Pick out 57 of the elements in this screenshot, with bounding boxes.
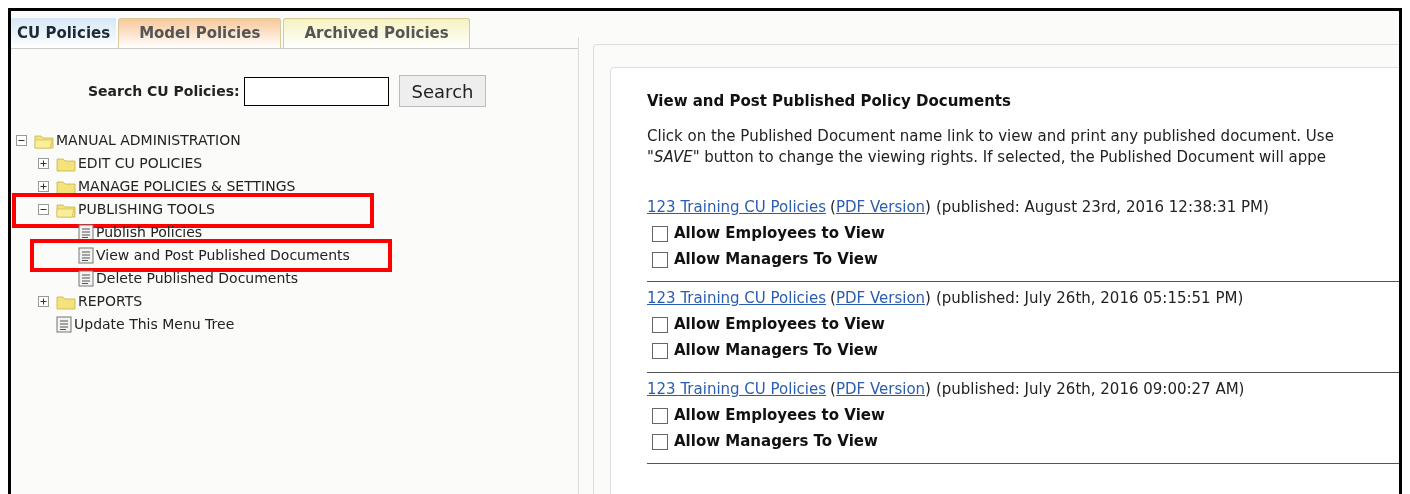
- pdf-link[interactable]: PDF Version: [835, 378, 926, 401]
- checkbox-label: Allow Managers To View: [674, 249, 878, 271]
- collapse-icon[interactable]: [38, 204, 49, 215]
- pdf-link[interactable]: PDF Version: [835, 196, 926, 219]
- paren-text: ): [925, 288, 931, 310]
- instructions-text: Click on the Published Document name link to view and print any published document. Use "SAVE" button to change the viewing rights. If selected, the Published Document will appe: [647, 125, 1335, 168]
- tab[interactable]: Model Policies: [118, 18, 282, 48]
- open-folder-icon: [34, 132, 54, 149]
- expand-icon[interactable]: [38, 158, 49, 169]
- expand-icon[interactable]: [38, 296, 49, 307]
- tree-item[interactable]: MANUAL ADMINISTRATION: [56, 130, 241, 151]
- document-link[interactable]: 123 Training CU Policies: [647, 196, 827, 219]
- expand-icon[interactable]: [38, 181, 49, 192]
- search-field[interactable]: [243, 76, 389, 106]
- checkbox-label: Allow Employees to View: [674, 405, 885, 427]
- paren-text: ): [925, 379, 931, 401]
- checkbox[interactable]: [652, 225, 668, 242]
- tab[interactable]: Archived Policies: [283, 18, 470, 48]
- folder-icon: [56, 178, 76, 195]
- checkbox-label: Allow Employees to View: [674, 223, 885, 245]
- search-label: Search CU Policies:: [88, 81, 240, 101]
- collapse-icon[interactable]: [16, 135, 27, 146]
- tree-item[interactable]: PUBLISHING TOOLS: [78, 199, 215, 220]
- tree-item[interactable]: MANAGE POLICIES & SETTINGS: [78, 176, 296, 197]
- tree-item[interactable]: Publish Policies: [96, 222, 203, 243]
- checkbox[interactable]: [652, 342, 668, 359]
- checkbox[interactable]: [652, 251, 668, 268]
- tree-item[interactable]: Update This Menu Tree: [74, 314, 235, 335]
- document-link[interactable]: 123 Training CU Policies: [647, 378, 827, 401]
- pdf-link[interactable]: PDF Version: [835, 287, 926, 310]
- tree-item[interactable]: View and Post Published Documents: [96, 245, 350, 266]
- search-button[interactable]: Search: [398, 75, 487, 107]
- paren-text: (: [830, 379, 836, 401]
- document-icon: [56, 316, 72, 333]
- tree-item[interactable]: EDIT CU POLICIES: [78, 153, 203, 174]
- checkbox-label: Allow Managers To View: [674, 431, 878, 453]
- published-date: (published: August 23rd, 2016 12:38:31 PM): [935, 197, 1269, 219]
- open-folder-icon: [56, 201, 76, 218]
- folder-icon: [56, 293, 76, 310]
- published-date: (published: July 26th, 2016 05:15:51 PM): [935, 288, 1244, 310]
- published-date: (published: July 26th, 2016 09:00:27 AM): [935, 379, 1245, 401]
- paren-text: (: [830, 197, 836, 219]
- checkbox[interactable]: [652, 407, 668, 424]
- checkbox[interactable]: [652, 316, 668, 333]
- tab[interactable]: CU Policies: [11, 18, 117, 48]
- paren-text: (: [830, 288, 836, 310]
- tree-item[interactable]: Delete Published Documents: [96, 268, 299, 289]
- checkbox-label: Allow Managers To View: [674, 340, 878, 362]
- checkbox[interactable]: [652, 433, 668, 450]
- panel-title: View and Post Published Policy Documents: [647, 91, 1012, 112]
- document-icon: [78, 247, 94, 264]
- document-link[interactable]: 123 Training CU Policies: [647, 287, 827, 310]
- document-icon: [78, 270, 94, 287]
- paren-text: ): [925, 197, 931, 219]
- tree-item[interactable]: REPORTS: [78, 291, 143, 312]
- checkbox-label: Allow Employees to View: [674, 314, 885, 336]
- folder-icon: [56, 155, 76, 172]
